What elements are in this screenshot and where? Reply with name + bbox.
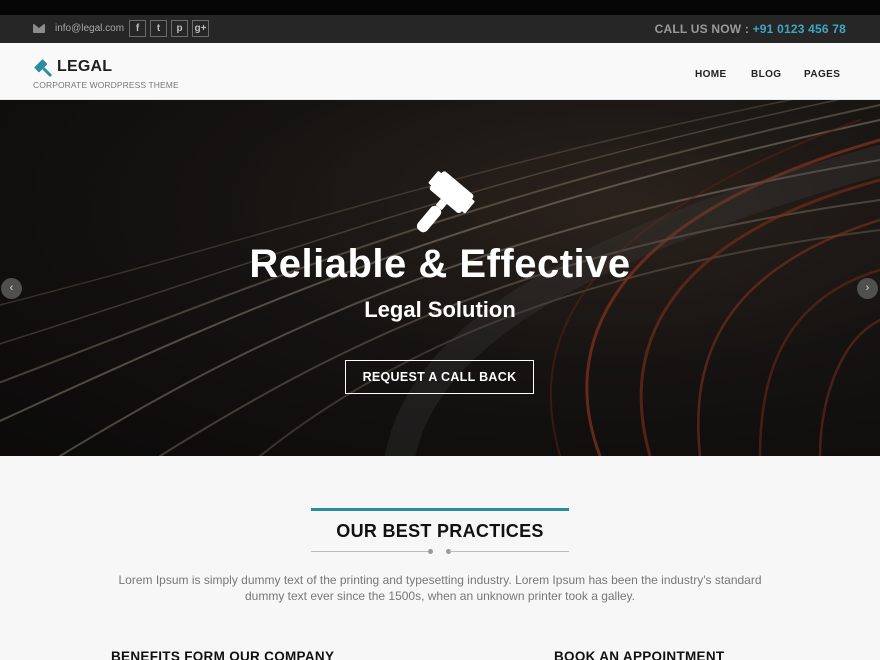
hero-slider: Reliable & Effective Legal Solution REQU…: [0, 100, 880, 456]
top-bar: info@legal.com f t p g+ CALL US NOW : +9…: [0, 15, 880, 43]
top-strip: [0, 0, 880, 15]
site-header: LEGAL CORPORATE WORDPRESS THEME HOME BLO…: [0, 43, 880, 100]
divider-left: [311, 551, 431, 552]
phone-number[interactable]: +91 0123 456 78: [753, 22, 846, 36]
divider-dot: [428, 549, 433, 554]
site-logo[interactable]: LEGAL: [57, 58, 112, 76]
chevron-left-icon[interactable]: ‹: [1, 278, 22, 299]
appointment-heading: BOOK AN APPOINTMENT: [554, 649, 725, 660]
contact-email[interactable]: info@legal.com: [55, 23, 124, 34]
best-practices-section: OUR BEST PRACTICES Lorem Ipsum is simply…: [0, 456, 880, 660]
hero-subtitle: Legal Solution: [364, 297, 516, 322]
mail-icon: [33, 24, 45, 33]
chevron-right-icon[interactable]: ›: [857, 278, 878, 299]
section-accent-line: [311, 508, 569, 511]
nav-pages[interactable]: PAGES: [804, 69, 840, 80]
call-label: CALL US NOW :: [654, 22, 753, 36]
pinterest-icon[interactable]: p: [171, 20, 188, 37]
call-us: CALL US NOW : +91 0123 456 78: [655, 22, 846, 36]
request-call-back-button[interactable]: REQUEST A CALL BACK: [345, 360, 534, 394]
section-description: Lorem Ipsum is simply dummy text of the …: [118, 573, 762, 603]
nav-blog[interactable]: BLOG: [751, 69, 782, 80]
hero-title: Reliable & Effective: [249, 242, 631, 286]
gavel-logo-icon[interactable]: [33, 58, 55, 80]
facebook-icon[interactable]: f: [129, 20, 146, 37]
section-title: OUR BEST PRACTICES: [336, 521, 544, 541]
site-tagline: CORPORATE WORDPRESS THEME: [33, 80, 179, 90]
google-plus-icon[interactable]: g+: [192, 20, 209, 37]
gavel-icon: [416, 171, 475, 233]
divider-right: [449, 551, 569, 552]
twitter-icon[interactable]: t: [150, 20, 167, 37]
nav-home[interactable]: HOME: [695, 69, 727, 80]
benefits-heading: BENEFITS FORM OUR COMPANY: [111, 649, 335, 660]
